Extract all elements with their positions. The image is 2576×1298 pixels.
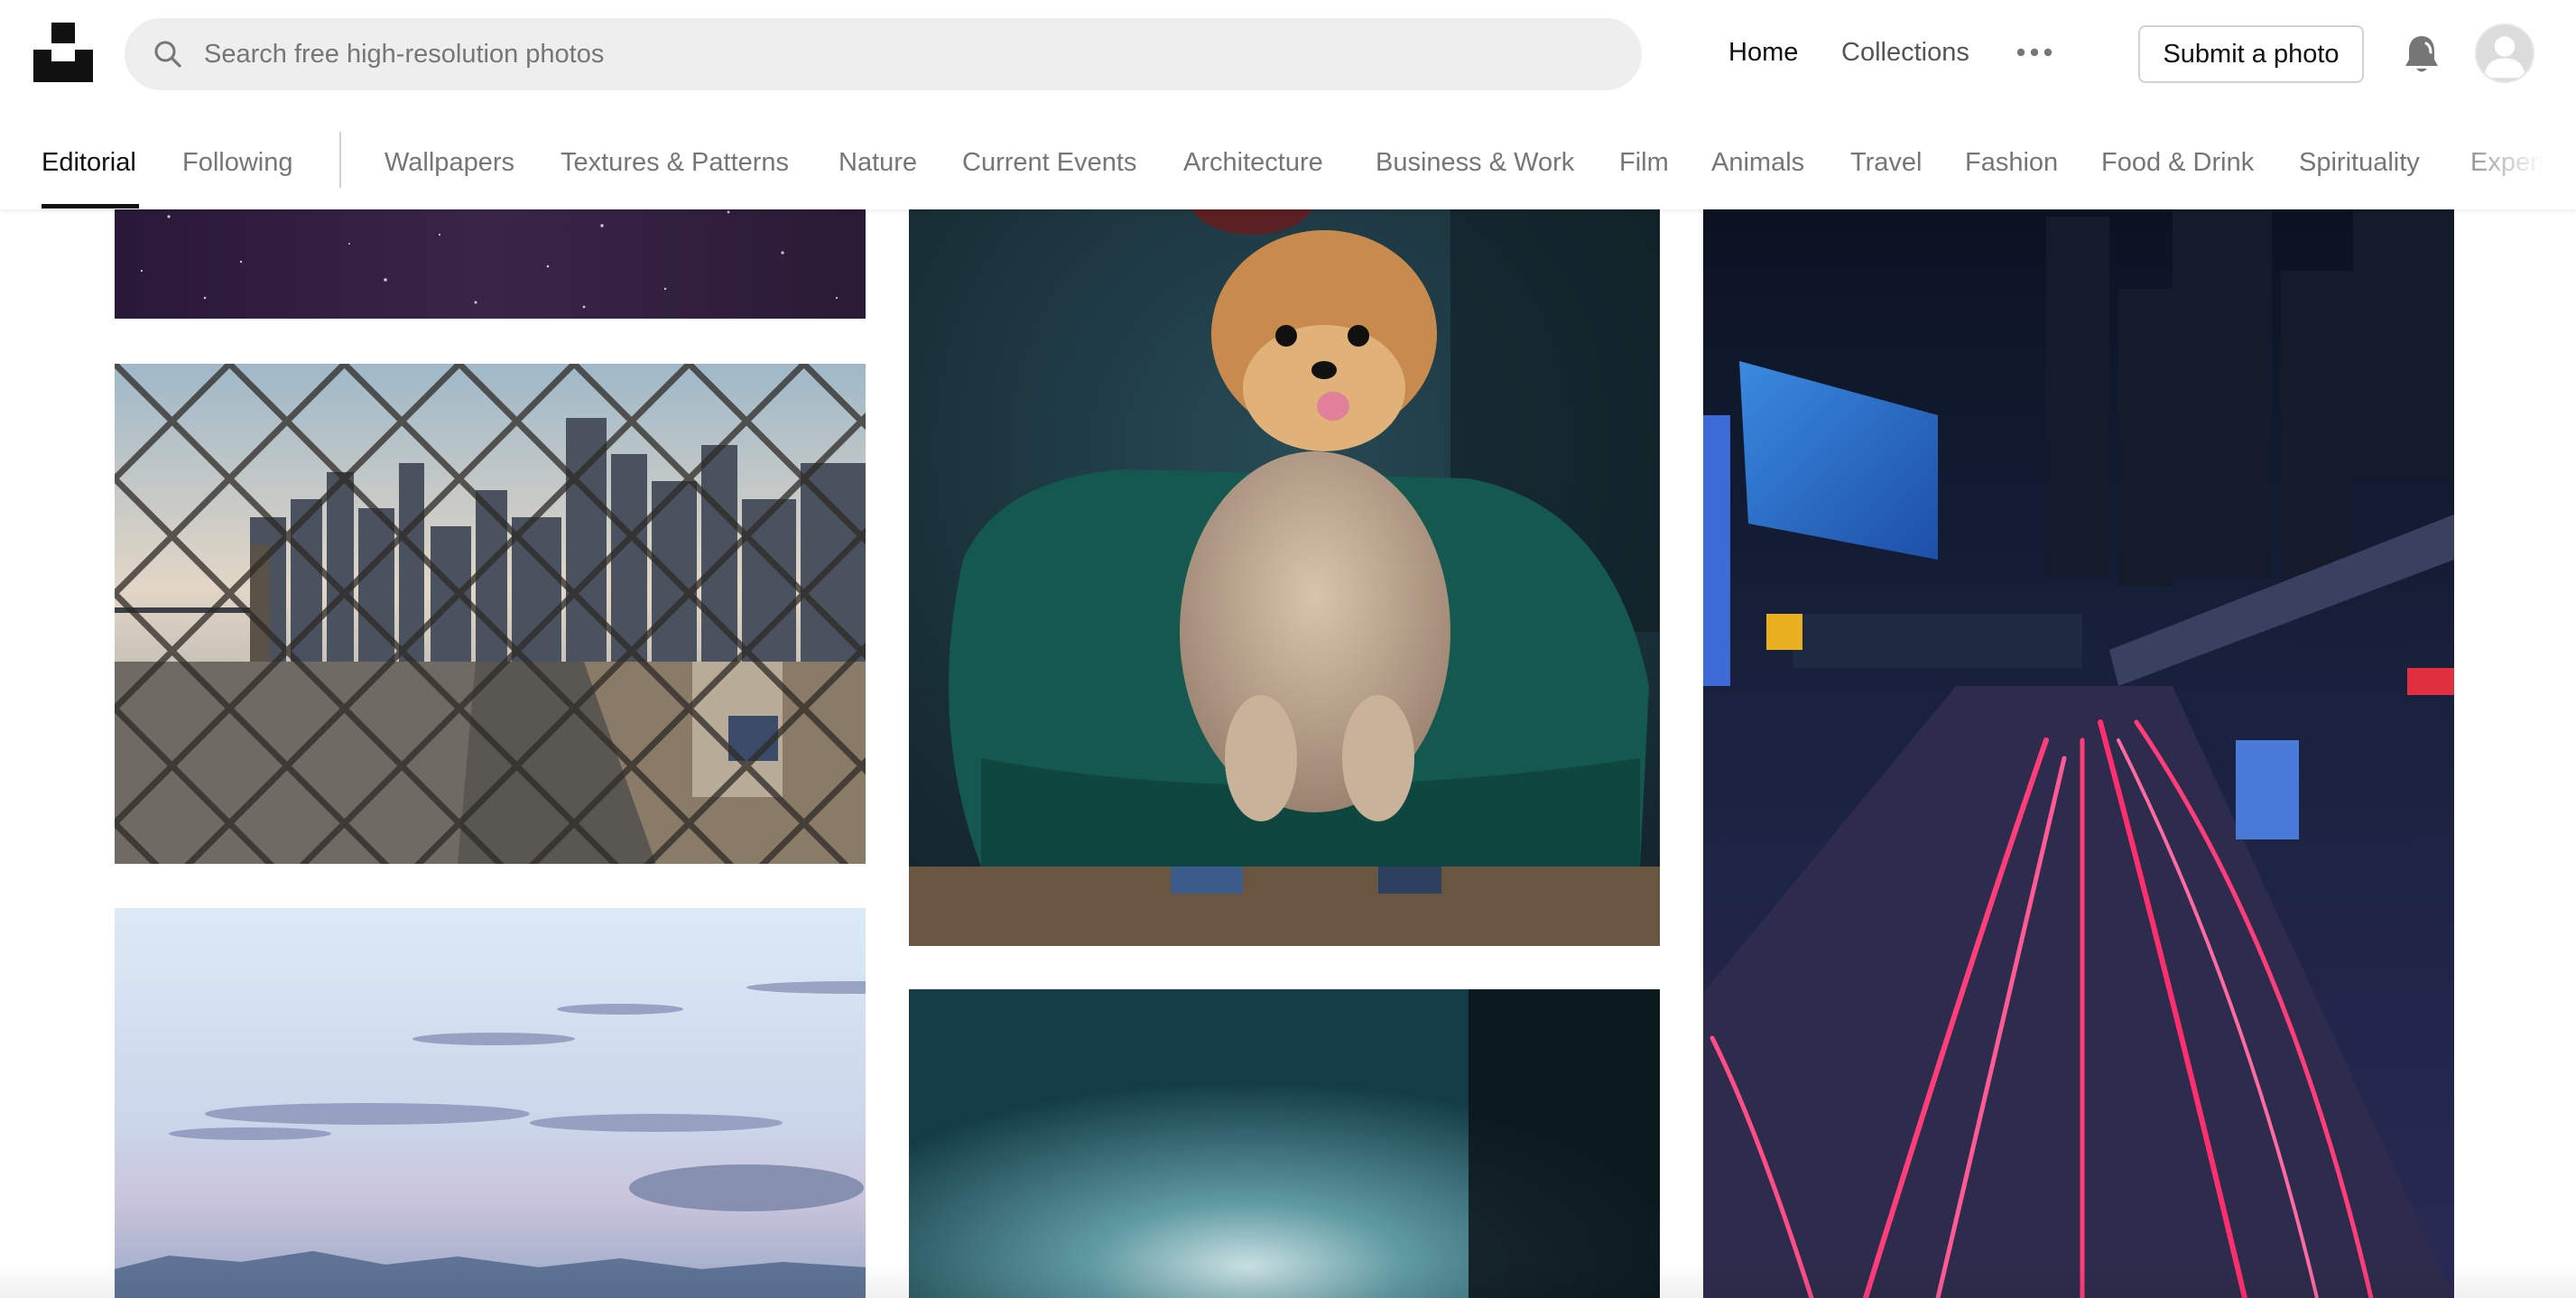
search-input[interactable]: [184, 18, 1642, 90]
tab-editorial[interactable]: Editorial: [42, 144, 136, 181]
tab-experimental[interactable]: Experimental: [2470, 144, 2576, 181]
ellipsis-icon[interactable]: [2015, 42, 2053, 63]
photo-pomeranian-puppy-on-cushion[interactable]: [909, 181, 1660, 946]
topic-tabs-bar: Editorial Following Wallpapers Textures …: [0, 108, 2576, 209]
tab-fashion[interactable]: Fashion: [1965, 144, 2058, 181]
tab-architecture[interactable]: Architecture: [1183, 144, 1323, 181]
tab-divider: [339, 132, 341, 188]
user-avatar[interactable]: [2475, 23, 2534, 83]
tab-nature[interactable]: Nature: [839, 144, 917, 181]
tab-wallpapers[interactable]: Wallpapers: [385, 144, 514, 181]
search-icon[interactable]: [152, 38, 184, 70]
nav-home-link[interactable]: Home: [1728, 34, 1798, 70]
top-navigation-bar: Home Collections Submit a photo: [0, 0, 2576, 108]
photo-kuala-lumpur-night-traffic[interactable]: [1703, 181, 2454, 1298]
tab-animals[interactable]: Animals: [1711, 144, 1804, 181]
active-tab-indicator: [42, 204, 139, 209]
unsplash-logo-icon[interactable]: [33, 23, 93, 82]
tab-business-work[interactable]: Business & Work: [1376, 144, 1574, 181]
photo-smoke-dark-teal[interactable]: [909, 989, 1660, 1298]
default-avatar-icon: [2477, 25, 2533, 81]
photo-mountain-sky-clouds[interactable]: [115, 908, 866, 1298]
bell-icon[interactable]: [2402, 32, 2442, 76]
tab-film[interactable]: Film: [1619, 144, 1669, 181]
tab-following[interactable]: Following: [182, 144, 293, 181]
tab-travel[interactable]: Travel: [1850, 144, 1923, 181]
tab-food-drink[interactable]: Food & Drink: [2101, 144, 2254, 181]
search-bar[interactable]: [125, 18, 1642, 90]
photo-city-skyline-through-fence[interactable]: [115, 364, 866, 864]
tab-current-events[interactable]: Current Events: [962, 144, 1136, 181]
tab-textures-patterns[interactable]: Textures & Patterns: [561, 144, 789, 181]
tab-spirituality[interactable]: Spirituality: [2299, 144, 2420, 181]
nav-collections-link[interactable]: Collections: [1841, 34, 1969, 70]
submit-photo-button[interactable]: Submit a photo: [2138, 25, 2364, 83]
